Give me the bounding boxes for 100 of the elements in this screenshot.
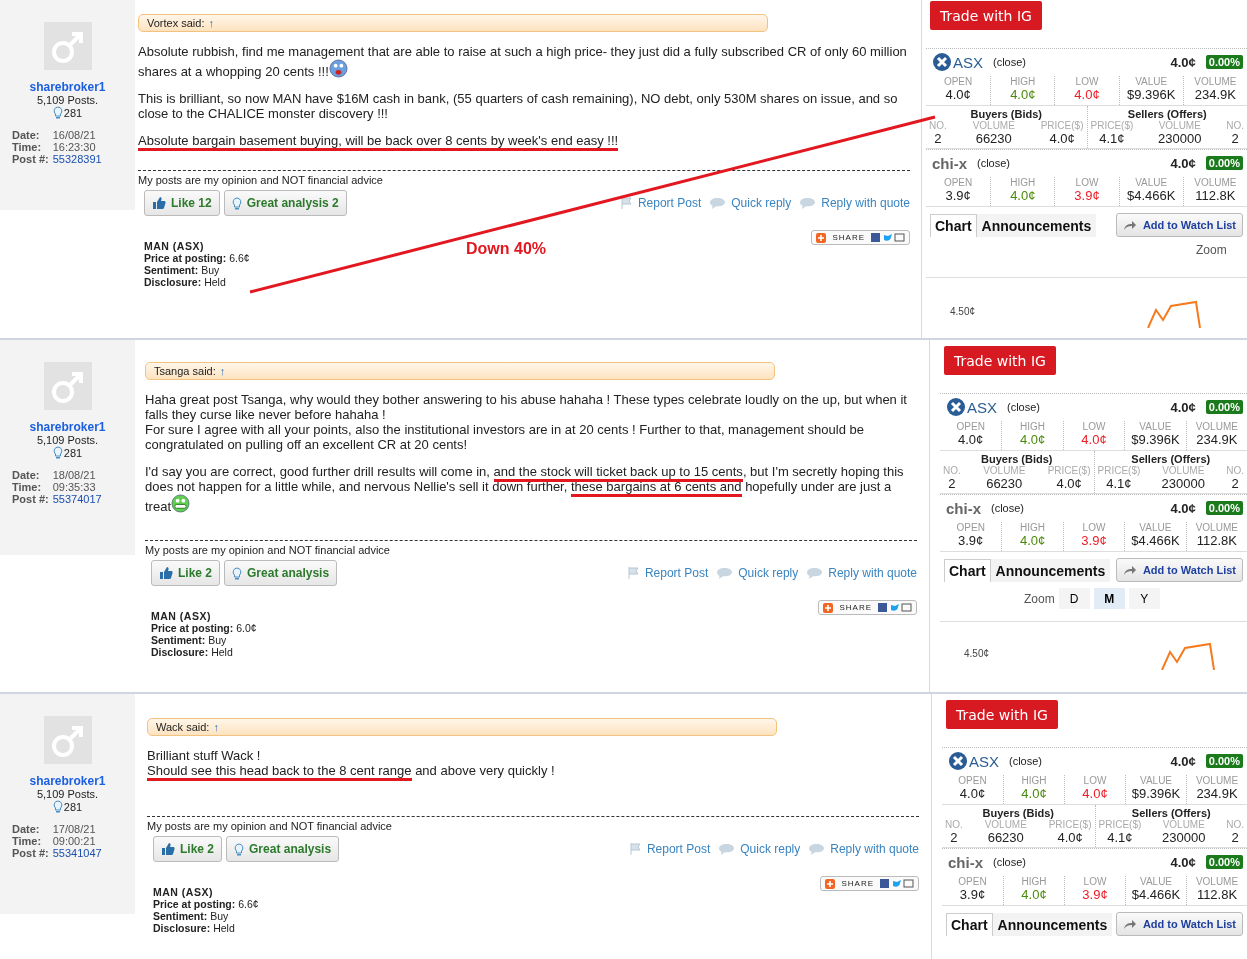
quote-arrow[interactable]: ↑	[219, 365, 226, 377]
trade-button[interactable]: Trade with IG	[946, 700, 1058, 729]
lightbulb-icon	[52, 800, 63, 813]
stat-label: LOW	[1082, 522, 1106, 533]
add-to-watch-list-button[interactable]: Add to Watch List	[1115, 912, 1243, 936]
exchange-logo-text: chi-x	[948, 853, 983, 871]
tab[interactable]: Announcements	[990, 559, 1111, 582]
trade-button[interactable]: Trade with IG	[944, 346, 1056, 375]
flag-icon	[620, 197, 633, 209]
depth-value: 66230	[986, 830, 1025, 845]
post-action-link[interactable]: Quick reply	[716, 566, 799, 580]
stock-field-label: Disclosure:	[153, 922, 211, 934]
change-badge: 0.00%	[1205, 400, 1243, 414]
x-logo-icon	[946, 397, 966, 417]
share-button[interactable]: SHARE	[811, 230, 910, 245]
stat-value: 3.9¢	[1082, 887, 1108, 902]
tab[interactable]: Chart	[930, 214, 977, 237]
like-button[interactable]: Like 12	[144, 190, 220, 216]
depth-value: 230000	[1158, 131, 1202, 146]
column-header: PRICE($)	[1098, 819, 1142, 830]
username-link[interactable]: sharebroker1	[29, 80, 106, 94]
depth-value: 66230	[974, 131, 1013, 146]
stat-value: $9.396K	[1131, 786, 1181, 801]
speech-bubble-icon	[709, 196, 727, 210]
stock-field-label: Sentiment:	[144, 264, 199, 276]
post-action-link[interactable]: Quick reply	[718, 842, 801, 856]
post-count: 5,109 Posts.	[36, 94, 99, 106]
tab[interactable]: Chart	[944, 559, 991, 582]
post-action-link[interactable]: Report Post	[629, 842, 711, 856]
post-number-link[interactable]: 55341047	[52, 847, 102, 859]
great-analysis-button[interactable]: Great analysis	[224, 560, 338, 586]
last-price: 4.0¢	[1170, 854, 1196, 870]
stat-label: HIGH	[1020, 522, 1046, 533]
market-status: (close)	[993, 56, 1027, 68]
add-to-watch-list-button[interactable]: Add to Watch List	[1115, 558, 1243, 582]
username-link[interactable]: sharebroker1	[29, 774, 106, 788]
speech-bubble-icon	[718, 842, 736, 856]
like-count: 281	[63, 800, 83, 813]
column-header: VOLUME	[1161, 465, 1205, 476]
quote-arrow[interactable]: ↑	[208, 17, 214, 29]
tab[interactable]: Chart	[946, 913, 993, 936]
thumbs-up-icon	[159, 566, 173, 580]
post-action-link[interactable]: Reply with quote	[799, 196, 910, 210]
post-action-link[interactable]: Report Post	[627, 566, 709, 580]
post-text: I'd say you are correct, good further drill results will come in, and the stock will ticket back up to 15 cents, but I'm secretly hoping this does not happen for a little while, and nervous Nellie's sell it down further, these bargains at 6 cents and hopefully under are just a treat	[145, 464, 905, 514]
stat-label: OPEN	[956, 421, 985, 432]
stat-label: VOLUME	[1195, 775, 1239, 786]
last-price: 4.0¢	[1170, 753, 1196, 769]
axis-label: 4.50¢	[950, 306, 976, 317]
post-number-link[interactable]: 55328391	[52, 153, 102, 165]
great-analysis-button[interactable]: Great analysis	[226, 836, 340, 862]
post-action-link[interactable]: Reply with quote	[808, 842, 919, 856]
zoom-option[interactable]: Y	[1128, 588, 1160, 609]
column-header: VOLUME	[984, 819, 1027, 830]
trade-button[interactable]: Trade with IG	[930, 1, 1042, 30]
date-label: Date:	[12, 469, 41, 481]
post-action-link[interactable]: Report Post	[620, 196, 702, 210]
tab[interactable]: Announcements	[976, 214, 1097, 237]
zoom-label: Zoom	[1024, 591, 1055, 606]
share-button[interactable]: SHARE	[820, 876, 919, 891]
quote-bar[interactable]: Wack said: ↑	[147, 718, 777, 736]
depth-value: 4.1¢	[1098, 131, 1126, 146]
emoji-icon	[328, 59, 348, 78]
post-number-link[interactable]: 55374017	[52, 493, 102, 505]
zoom-option[interactable]: M	[1093, 588, 1125, 609]
stock-code: MAN (ASX)	[144, 240, 205, 252]
stat-value: 4.0¢	[959, 786, 986, 801]
stock-field-label: Sentiment:	[151, 634, 206, 646]
time-label: Time:	[12, 835, 43, 847]
quote-arrow[interactable]: ↑	[213, 721, 219, 733]
quote-bar[interactable]: Vortex said: ↑	[138, 14, 768, 32]
stock-field-value: Held	[211, 646, 233, 658]
lightbulb-icon	[52, 446, 63, 459]
depth-value: 4.1¢	[1105, 476, 1133, 491]
add-to-watch-list-button[interactable]: Add to Watch List	[1115, 213, 1243, 237]
like-button[interactable]: Like 2	[153, 836, 223, 862]
zoom-option[interactable]: D	[1058, 588, 1090, 609]
post-action-link[interactable]: Reply with quote	[806, 566, 917, 580]
post-date: 18/08/21	[52, 469, 97, 481]
signature-text: My posts are my opinion and NOT financial advice	[138, 174, 384, 186]
depth-value: 2	[949, 830, 959, 845]
stat-value: 4.0¢	[1021, 786, 1047, 801]
change-badge: 0.00%	[1205, 55, 1243, 69]
username-link[interactable]: sharebroker1	[29, 420, 106, 434]
stat-value: 234.9K	[1196, 432, 1238, 447]
great-analysis-button[interactable]: Great analysis 2	[223, 190, 347, 216]
stat-value: 4.0¢	[1019, 432, 1046, 447]
stock-field-value: 6.6¢	[238, 898, 259, 910]
share-button[interactable]: SHARE	[818, 600, 917, 615]
column-header: VOLUME	[1162, 819, 1205, 830]
stat-value: $9.396K	[1131, 432, 1180, 447]
stock-field-label: Price at posting:	[144, 252, 227, 264]
quote-author: Vortex said:	[147, 17, 205, 29]
post-action-link[interactable]: Quick reply	[709, 196, 792, 210]
signature-text: My posts are my opinion and NOT financial advice	[147, 820, 393, 832]
share-arrow-icon	[1122, 564, 1137, 576]
quote-bar[interactable]: Tsanga said: ↑	[145, 362, 775, 380]
tab[interactable]: Announcements	[992, 913, 1113, 936]
stat-label: HIGH	[1010, 76, 1036, 87]
like-button[interactable]: Like 2	[151, 560, 221, 586]
